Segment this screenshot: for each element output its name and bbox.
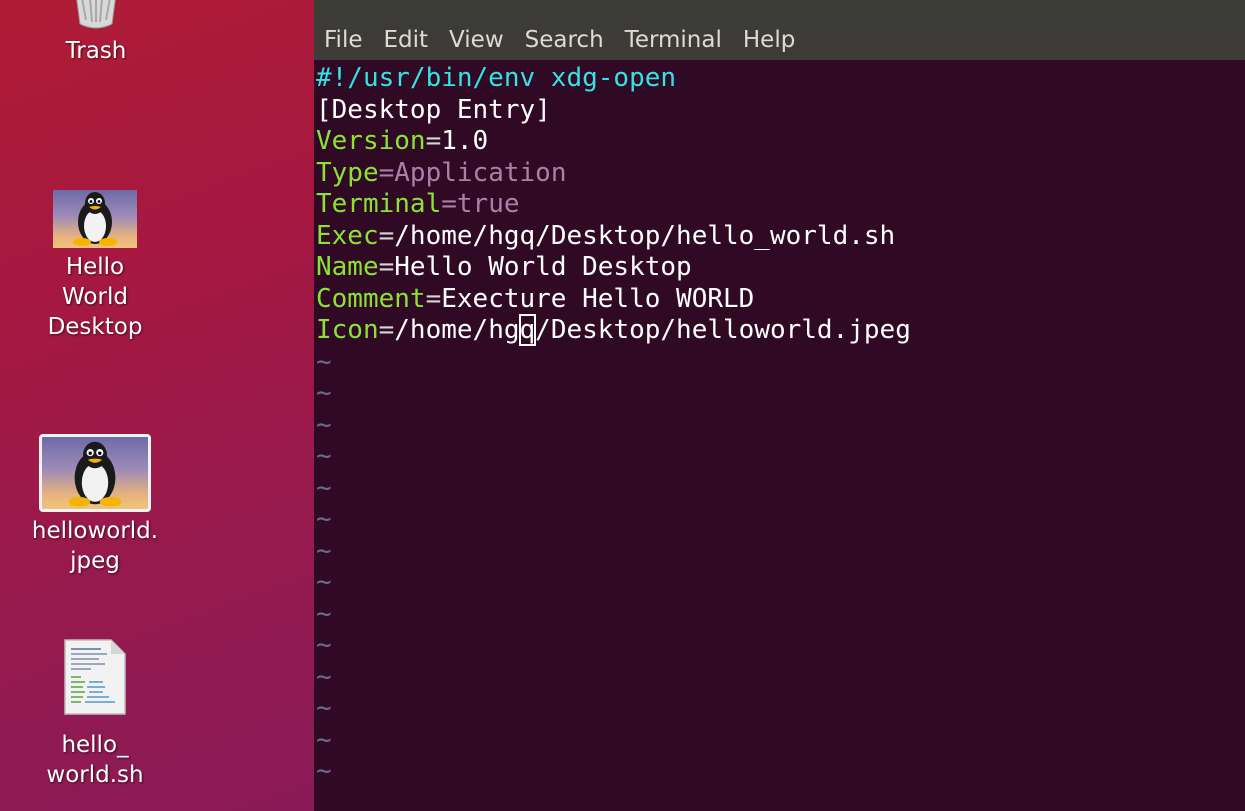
entry-value: /home/hg — [394, 315, 520, 345]
tilde-marker: ~ — [316, 630, 332, 660]
tilde-marker: ~ — [316, 504, 332, 534]
trash-icon — [66, 0, 126, 32]
entry-key: Type — [316, 157, 379, 188]
entry-equals: = — [425, 126, 442, 156]
empty-line-tilde: ~ — [316, 473, 911, 505]
empty-line-tilde: ~ — [316, 441, 911, 473]
tilde-marker: ~ — [316, 693, 332, 723]
terminal-window[interactable]: File Edit View Search Terminal Help #!/u… — [314, 0, 1245, 811]
entry-equals: = — [378, 220, 395, 251]
editor-line: Exec=/home/hgq/Desktop/hello_world.sh — [316, 221, 911, 253]
entry-value: Execture Hello WORLD — [441, 283, 755, 314]
empty-line-tilde: ~ — [316, 756, 911, 788]
editor-line: Name=Hello World Desktop — [316, 252, 911, 284]
tilde-marker: ~ — [316, 567, 332, 597]
entry-key: Terminal — [316, 189, 442, 219]
text-file-icon — [63, 638, 127, 716]
entry-key: Icon — [316, 315, 379, 345]
menu-file[interactable]: File — [324, 27, 363, 53]
terminal-title-bar[interactable] — [314, 0, 1245, 20]
tilde-marker: ~ — [316, 441, 332, 471]
empty-line-tilde: ~ — [316, 630, 911, 662]
editor-line: Icon=/home/hgq/Desktop/helloworld.jpeg — [316, 314, 911, 347]
tilde-marker: ~ — [316, 724, 332, 755]
terminal-menubar: File Edit View Search Terminal Help — [314, 20, 1245, 60]
empty-line-tilde: ~ — [316, 536, 911, 568]
editor-line: [Desktop Entry] — [316, 95, 911, 127]
menu-view[interactable]: View — [449, 27, 504, 53]
empty-line-tilde: ~ — [316, 693, 911, 725]
menu-search[interactable]: Search — [525, 27, 604, 53]
empty-line-tilde: ~ — [316, 725, 911, 757]
desktop-icon-trash[interactable]: Trash — [6, 0, 186, 66]
tilde-marker: ~ — [316, 756, 332, 786]
tux-icon — [53, 190, 137, 248]
tilde-marker: ~ — [316, 409, 332, 440]
desktop-icon-label: Hello World Desktop — [47, 254, 143, 340]
section-header-text: [Desktop Entry] — [316, 94, 551, 125]
desktop: Trash Hello World Desktop helloworld. jp… — [0, 0, 314, 811]
desktop-icon-label: Trash — [65, 38, 127, 64]
tilde-marker: ~ — [316, 598, 332, 629]
editor-line: Type=Application — [316, 158, 911, 190]
menu-edit[interactable]: Edit — [384, 27, 429, 53]
empty-line-tilde: ~ — [316, 410, 911, 442]
tilde-marker: ~ — [316, 378, 332, 408]
desktop-icon-label: helloworld. jpeg — [31, 518, 159, 574]
tilde-marker: ~ — [316, 661, 332, 692]
text-cursor: q — [518, 314, 537, 346]
vim-editor-buffer[interactable]: #!/usr/bin/env xdg-open [Desktop Entry] Ve… — [316, 63, 911, 788]
entry-key: Exec — [316, 220, 379, 251]
editor-line: Terminal=true — [316, 189, 911, 221]
editor-line: Version=1.0 — [316, 126, 911, 158]
tux-icon — [39, 434, 151, 512]
empty-line-tilde: ~ — [316, 599, 911, 631]
tilde-marker: ~ — [316, 472, 332, 503]
desktop-icon-helloworld-jpeg[interactable]: helloworld. jpeg — [5, 434, 185, 576]
menu-terminal[interactable]: Terminal — [625, 27, 722, 53]
editor-line: Comment=Execture Hello WORLD — [316, 284, 911, 316]
entry-key: Name — [316, 252, 379, 282]
entry-equals: = — [378, 315, 395, 345]
entry-value: Hello World Desktop — [394, 252, 692, 282]
desktop-icon-hello-world-sh[interactable]: hello_ world.sh — [5, 638, 185, 790]
desktop-icon-hello-world-desktop[interactable]: Hello World Desktop — [5, 190, 185, 342]
tilde-marker: ~ — [316, 535, 332, 566]
desktop-icon-label: hello_ world.sh — [46, 732, 144, 788]
empty-line-tilde: ~ — [316, 347, 911, 379]
empty-line-tilde: ~ — [316, 504, 911, 536]
empty-line-tilde: ~ — [316, 662, 911, 694]
shebang-text: #!/usr/bin/env xdg-open — [316, 63, 677, 93]
entry-key: Version — [316, 126, 426, 156]
editor-line: #!/usr/bin/env xdg-open — [316, 63, 911, 95]
entry-value: /home/hgq/Desktop/hello_world.sh — [394, 220, 896, 251]
empty-line-tilde: ~ — [316, 567, 911, 599]
entry-value: /Desktop/helloworld.jpeg — [535, 315, 911, 345]
entry-value: 1.0 — [441, 126, 489, 156]
entry-equals: = — [425, 283, 442, 314]
entry-value: true — [456, 189, 520, 219]
entry-equals: = — [378, 157, 395, 188]
tilde-marker: ~ — [316, 346, 332, 377]
entry-key: Comment — [316, 283, 426, 314]
empty-line-tilde: ~ — [316, 378, 911, 410]
entry-equals: = — [441, 189, 457, 219]
entry-value: Application — [394, 157, 567, 188]
menu-help[interactable]: Help — [743, 27, 795, 53]
entry-equals: = — [378, 252, 395, 282]
